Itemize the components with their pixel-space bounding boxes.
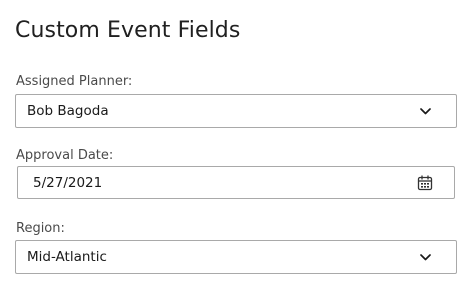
chevron-down-icon — [419, 251, 431, 263]
assigned-planner-select[interactable]: Bob Bagoda — [15, 94, 457, 128]
approval-date-value: 5/27/2021 — [33, 174, 103, 191]
calendar-icon[interactable] — [417, 174, 433, 191]
assigned-planner-label: Assigned Planner: — [16, 74, 133, 89]
approval-date-input[interactable]: 5/27/2021 — [17, 166, 455, 199]
chevron-down-icon — [419, 105, 431, 117]
region-select[interactable]: Mid-Atlantic — [15, 240, 457, 274]
approval-date-label: Approval Date: — [16, 148, 114, 163]
region-label: Region: — [16, 221, 65, 236]
assigned-planner-value: Bob Bagoda — [27, 103, 109, 119]
page-title: Custom Event Fields — [15, 18, 241, 43]
region-value: Mid-Atlantic — [27, 249, 107, 265]
